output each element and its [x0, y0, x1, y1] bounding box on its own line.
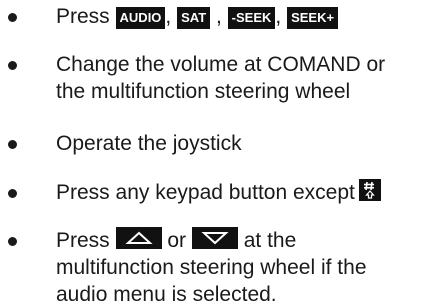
text-word: Press: [56, 229, 110, 252]
bullet-icon: [8, 13, 17, 22]
up-arrow-key-icon: [115, 227, 162, 249]
seek-back-key: -SEEK: [227, 7, 276, 29]
bullet-icon: [8, 237, 17, 246]
item-text: Change the volume at COMAND or the multif…: [56, 51, 436, 105]
text-line: the multifunction steering wheel: [56, 80, 351, 103]
sat-key: SAT: [177, 7, 211, 29]
seek-forward-key: SEEK+: [287, 7, 339, 29]
down-arrow-key-icon: [191, 227, 238, 249]
text-line: audio menu is selected.: [56, 283, 277, 306]
audio-key: AUDIO: [115, 7, 166, 29]
hash-key-icon: [358, 179, 381, 201]
item-text: Press any keypad button except: [56, 179, 436, 206]
text-word: or: [167, 229, 187, 252]
text-word: at the: [243, 229, 297, 252]
text-line: Change the volume at COMAND or: [56, 53, 386, 76]
bullet-icon: [8, 61, 17, 70]
bullet-icon: [8, 140, 17, 149]
item-text: Operate the joystick: [56, 132, 242, 155]
text-line: Press any keypad button except: [56, 181, 355, 204]
press-label: Press: [56, 5, 110, 28]
separator: ,: [210, 5, 228, 28]
separator: ,: [165, 5, 178, 28]
separator: ,: [275, 5, 288, 28]
item-text: Press or at the multifunction steering wh…: [56, 227, 436, 308]
bullet-icon: [8, 189, 17, 198]
item-text: Press AUDIO, SAT , -SEEK, SEEK+: [56, 3, 436, 30]
text-line: multifunction steering wheel if the: [56, 256, 367, 279]
